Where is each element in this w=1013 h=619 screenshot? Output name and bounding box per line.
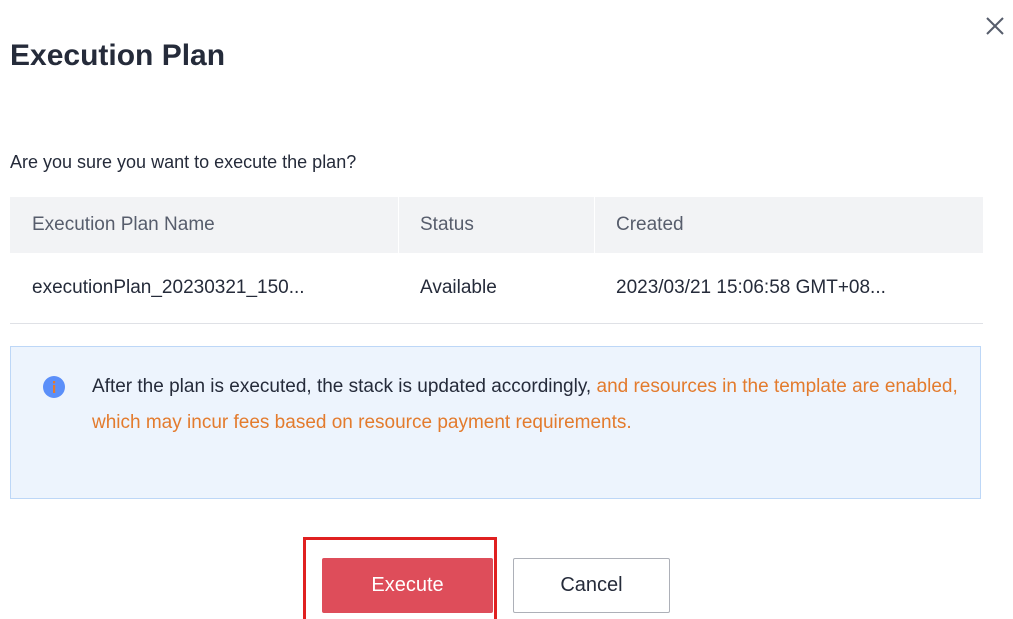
execution-plan-table: Execution Plan Name Status Created execu… — [10, 197, 983, 324]
dialog-title: Execution Plan — [10, 39, 226, 72]
cancel-button[interactable]: Cancel — [513, 558, 670, 613]
info-icon — [43, 376, 65, 398]
plan-name-cell: executionPlan_20230321_150... — [10, 253, 398, 324]
close-icon[interactable] — [982, 13, 1008, 39]
confirm-question: Are you sure you want to execute the pla… — [10, 152, 357, 172]
notice-text: After the plan is executed, the stack is… — [92, 369, 962, 441]
execution-plan-dialog: Execution Plan Are you sure you want to … — [0, 0, 1013, 619]
column-header-created: Created — [594, 197, 983, 253]
table-header-row: Execution Plan Name Status Created — [10, 197, 983, 253]
plan-status-cell: Available — [398, 253, 594, 324]
notice-text-normal: After the plan is executed, the stack is… — [92, 376, 597, 397]
execute-button[interactable]: Execute — [322, 558, 493, 613]
notice-box: After the plan is executed, the stack is… — [10, 346, 981, 499]
column-header-name: Execution Plan Name — [10, 197, 398, 253]
table-row: executionPlan_20230321_150... Available … — [10, 253, 983, 324]
column-header-status: Status — [398, 197, 594, 253]
plan-created-cell: 2023/03/21 15:06:58 GMT+08... — [594, 253, 983, 324]
